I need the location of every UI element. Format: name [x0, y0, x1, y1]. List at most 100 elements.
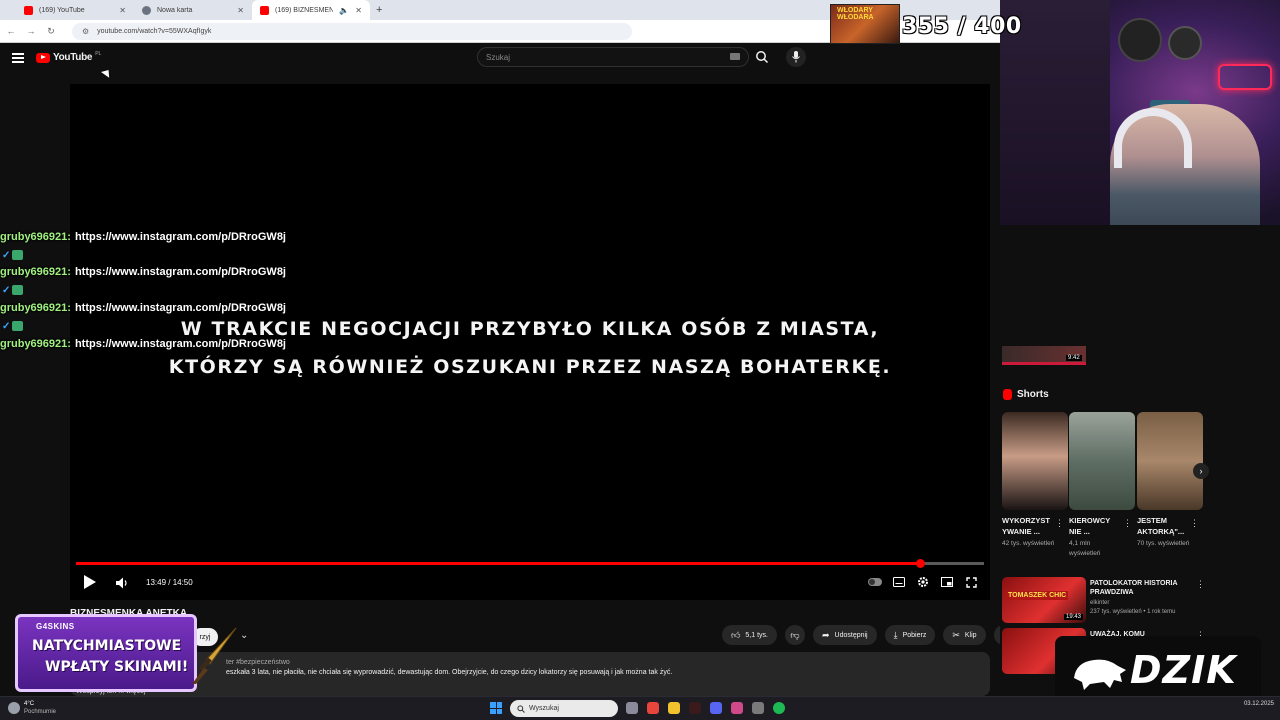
like-button[interactable]: 👍︎ 5,1 tys. [722, 625, 777, 645]
counter-image: WŁODARY WŁODARA [830, 4, 900, 44]
subtitle-line: KTÓRZY SĄ RÓWNIEŻ OSZUKANI PRZEZ NASZĄ B… [168, 356, 892, 378]
microphone-icon[interactable] [786, 47, 806, 67]
video-actions: 👍︎ 5,1 tys. 👎︎ ➦ Udostępnij ⤓ Pobierz ✂ … [722, 625, 1014, 645]
weather-widget[interactable]: 4°C Pochmurnie [8, 700, 56, 716]
close-icon[interactable]: ✕ [237, 6, 244, 15]
chat-username: gruby696921: [0, 266, 71, 278]
tab-title: Nowa karta [157, 6, 193, 14]
share-button[interactable]: ➦ Udostępnij [812, 625, 877, 645]
task-view-icon[interactable] [626, 702, 638, 714]
time-display: 13:49 / 14:50 [146, 578, 193, 587]
back-icon[interactable]: ← [6, 26, 16, 36]
more-vert-icon[interactable]: ⋮ [1055, 518, 1064, 529]
recommended-title[interactable]: PATOLOKATOR HISTORIA PRAWDZIWA [1090, 579, 1190, 597]
url-text: youtube.com/watch?v=55WXAqfIgyk [97, 27, 212, 35]
verified-check-icon: ✓ [2, 249, 11, 261]
goal-counter: 355 / 400 [902, 14, 1022, 39]
sponsor-name: DZIK [1130, 648, 1237, 692]
clip-button[interactable]: ✂ Klip [943, 625, 986, 645]
search-icon[interactable] [755, 50, 769, 64]
thumbs-down-icon: 👎︎ [790, 629, 800, 640]
settings-gear-icon[interactable] [916, 575, 930, 589]
windows-start-icon[interactable] [490, 702, 502, 714]
play-icon[interactable] [84, 575, 96, 589]
chat-badges: ✓ [2, 248, 28, 262]
address-bar[interactable]: ⚙ youtube.com/watch?v=55WXAqfIgyk [72, 22, 632, 40]
discord-icon[interactable] [710, 702, 722, 714]
site-settings-icon[interactable]: ⚙ [82, 27, 89, 36]
tab-title: (169) YouTube [39, 6, 85, 14]
sub-badge-icon [12, 250, 24, 260]
short-thumbnail[interactable] [1069, 412, 1135, 510]
speaker-icon[interactable]: 🔈 [339, 6, 349, 15]
browser-tab[interactable]: Nowa karta ✕ [134, 0, 252, 20]
shorts-icon [1003, 389, 1012, 400]
short-title[interactable]: KIEROWCY NIE ... [1069, 515, 1123, 537]
boar-icon [1074, 659, 1126, 690]
knife-icon [192, 627, 237, 684]
browser-tab-active[interactable]: (169) BIZNESMENKA ANETK 🔈 ✕ [252, 0, 370, 20]
volume-icon[interactable] [116, 577, 130, 589]
chevron-right-icon[interactable]: › [1193, 463, 1209, 479]
spotify-icon[interactable] [773, 702, 785, 714]
app-icon[interactable] [689, 702, 701, 714]
progress-scrubber[interactable] [916, 559, 926, 568]
subtitles-icon[interactable] [892, 575, 906, 589]
recommended-video[interactable]: TOMASZEK CHIC 19:43 PATOLOKATOR HISTORIA… [1002, 577, 1205, 625]
short-title[interactable]: JESTEM AKTORKĄ"... [1137, 515, 1191, 537]
close-icon[interactable]: ✕ [355, 6, 362, 15]
channel-name: elkinter [1090, 600, 1110, 606]
chat-username: gruby696921: [0, 338, 71, 350]
weather-desc: Pochmurnie [24, 709, 57, 715]
forward-icon[interactable]: → [26, 26, 36, 36]
chat-text: https://www.instagram.com/p/DRroGW8j [74, 231, 286, 243]
chrome-icon[interactable] [731, 702, 743, 714]
neon-sign [1218, 64, 1272, 90]
folder-icon[interactable] [668, 702, 680, 714]
taskbar-search[interactable]: Wyszukaj [510, 700, 618, 717]
dislike-button[interactable]: 👎︎ [784, 625, 805, 645]
chat-message: gruby696921: https://www.instagram.com/p… [0, 228, 286, 246]
youtube-header: YouTube PL Szukaj [0, 43, 1000, 81]
weather-temp: 4°C [24, 701, 35, 707]
fullscreen-icon[interactable] [964, 575, 978, 589]
globe-icon [142, 5, 151, 15]
more-vert-icon[interactable]: ⋮ [1196, 579, 1205, 590]
chat-message: gruby696921: https://www.instagram.com/p… [0, 263, 286, 281]
tray-date: 03.12.2025 [1243, 701, 1274, 707]
short-thumbnail[interactable] [1137, 412, 1203, 510]
chrome-icon[interactable] [647, 702, 659, 714]
screen: (169) YouTube ✕ Nowa karta ✕ (169) BIZNE… [0, 0, 1280, 720]
logo-text: YouTube [53, 52, 93, 63]
hamburger-menu-icon[interactable] [12, 53, 24, 63]
youtube-logo[interactable]: YouTube PL [36, 51, 101, 63]
chevron-down-icon[interactable]: ⌄ [240, 630, 248, 641]
browser-tab[interactable]: (169) YouTube ✕ [16, 0, 134, 20]
cloud-icon [8, 702, 20, 714]
more-vert-icon[interactable]: ⋮ [1123, 518, 1132, 529]
close-icon[interactable]: ✕ [119, 6, 126, 15]
progress-bar[interactable] [76, 559, 984, 568]
app-icon[interactable] [752, 702, 764, 714]
chat-text: https://www.instagram.com/p/DRroGW8j [74, 266, 286, 278]
short-title[interactable]: WYKORZYST YWANIE ... [1002, 515, 1056, 537]
recommended-meta: elkinter 237 tys. wyświetleń • 1 rok tem… [1090, 599, 1200, 617]
keyboard-icon[interactable] [730, 53, 740, 60]
thumbnail-caption: TOMASZEK CHIC [1006, 591, 1069, 600]
sub-badge-icon [12, 285, 24, 295]
promo-line: WPŁATY SKINAMI! [45, 659, 189, 675]
miniplayer-icon[interactable] [940, 575, 954, 589]
wall-decor-disc [1118, 18, 1162, 62]
more-vert-icon[interactable]: ⋮ [1190, 518, 1199, 529]
download-button[interactable]: ⤓ Pobierz [884, 625, 936, 645]
search-placeholder: Szukaj [486, 52, 511, 62]
short-views: 4,1 mln wyświetleń [1069, 540, 1101, 557]
taskbar-apps [626, 702, 785, 714]
new-tab-button[interactable]: + [376, 4, 382, 16]
system-tray-clock[interactable]: 03.12.2025 [1244, 700, 1274, 708]
reload-icon[interactable]: ↻ [46, 26, 56, 37]
short-thumbnail[interactable] [1002, 412, 1068, 510]
search-input[interactable]: Szukaj [477, 47, 749, 67]
video-thumbnail[interactable]: TOMASZEK CHIC 19:43 [1002, 577, 1086, 623]
autoplay-toggle[interactable] [868, 575, 882, 589]
